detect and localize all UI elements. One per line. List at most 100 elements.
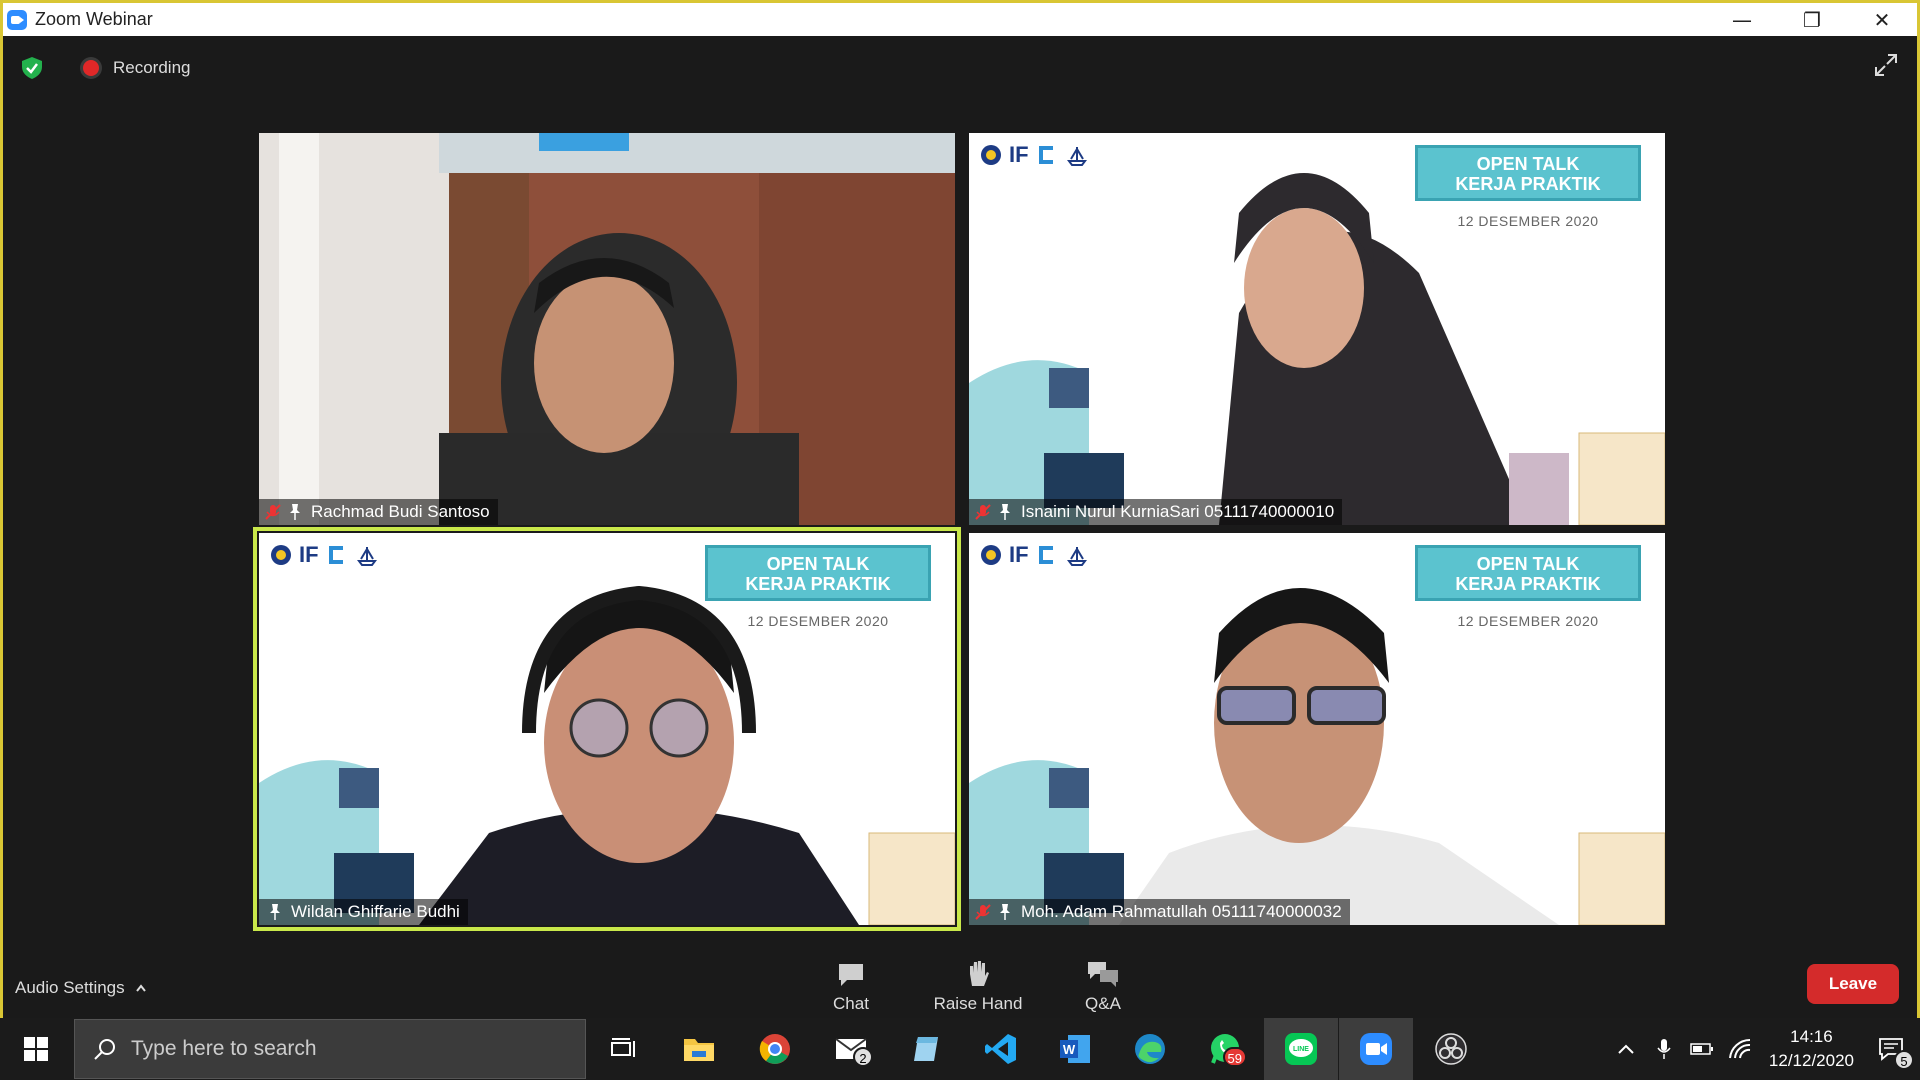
clock[interactable]: 14:16 12/12/2020 xyxy=(1769,1025,1854,1073)
recording-label[interactable]: Recording xyxy=(113,58,191,78)
zoom-app-icon xyxy=(7,9,27,30)
shield-check-icon[interactable] xyxy=(19,55,45,81)
zoom-window: Zoom Webinar — ❐ ✕ Recording Rachmad Bud… xyxy=(0,0,1920,1018)
title-bar: Zoom Webinar — ❐ ✕ xyxy=(3,3,1917,36)
notifications-badge: 5 xyxy=(1894,1050,1914,1070)
taskbar-search[interactable] xyxy=(74,1019,586,1079)
its-logo-icon xyxy=(981,545,1001,565)
mail-icon[interactable]: 2 xyxy=(829,1027,873,1071)
battery-icon[interactable] xyxy=(1687,1034,1717,1064)
muted-mic-icon xyxy=(265,504,281,520)
raise-hand-label: Raise Hand xyxy=(933,994,1023,1013)
banner-line-2: KERJA PRAKTIK xyxy=(1455,574,1601,594)
muted-mic-icon xyxy=(975,904,991,920)
muted-mic-icon xyxy=(975,504,991,520)
mail-badge: 2 xyxy=(853,1047,873,1067)
restore-button[interactable]: ❐ xyxy=(1777,3,1847,36)
line-icon[interactable]: LINE xyxy=(1264,1018,1338,1080)
video-tile[interactable]: Rachmad Budi Santoso xyxy=(259,133,955,525)
vscode-icon[interactable] xyxy=(979,1027,1023,1071)
meeting-controls: Audio Settings Chat Raise Hand Q&A Leave xyxy=(3,958,1917,1018)
audio-settings-label: Audio Settings xyxy=(15,978,125,997)
banner-line-1: OPEN TALK xyxy=(1476,554,1580,574)
if-logo: IF xyxy=(1009,142,1029,167)
close-button[interactable]: ✕ xyxy=(1847,3,1917,36)
raise-hand-icon xyxy=(970,961,989,986)
participant-name: Rachmad Budi Santoso xyxy=(311,502,490,521)
event-date: 12 DESEMBER 2020 xyxy=(1457,613,1599,629)
banner-line-1: OPEN TALK xyxy=(766,554,870,574)
c-logo-icon xyxy=(1038,546,1053,564)
participant-name: Isnaini Nurul KurniaSari 05111740000010 xyxy=(1021,502,1335,521)
ship-logo-icon xyxy=(356,547,377,566)
institution-logos: IF xyxy=(979,543,1089,567)
task-view-icon[interactable] xyxy=(602,1027,646,1071)
video-tile[interactable]: IF OPEN TALK KERJA PRAKTIK 12 DESEMBER 2… xyxy=(969,133,1665,525)
start-button[interactable] xyxy=(0,1018,72,1080)
banner-line-2: KERJA PRAKTIK xyxy=(745,574,891,594)
pin-icon xyxy=(270,904,280,920)
ship-logo-icon xyxy=(1066,547,1087,566)
participant-name: Wildan Ghiffarie Budhi xyxy=(291,902,460,921)
whatsapp-icon[interactable]: 59 xyxy=(1203,1027,1247,1071)
institution-logos: IF xyxy=(979,143,1089,167)
if-logo: IF xyxy=(299,542,319,567)
pin-icon xyxy=(1000,504,1010,520)
edge-icon[interactable] xyxy=(1128,1027,1172,1071)
pin-icon xyxy=(290,504,300,520)
audio-settings-button[interactable]: Audio Settings xyxy=(15,978,147,998)
event-date: 12 DESEMBER 2020 xyxy=(747,613,889,629)
word-icon[interactable]: W xyxy=(1053,1027,1097,1071)
video-tile-active-speaker[interactable]: IF OPEN TALK KERJA PRAKTIK 12 DESEMBER 2… xyxy=(253,527,961,931)
c-logo-icon xyxy=(328,546,343,564)
recording-icon xyxy=(83,60,99,76)
chat-icon xyxy=(839,964,863,986)
participant-name: Moh. Adam Rahmatullah 05111740000032 xyxy=(1021,902,1342,921)
chevron-up-icon xyxy=(135,984,146,992)
clock-time: 14:16 xyxy=(1790,1027,1833,1046)
its-logo-icon xyxy=(271,545,291,565)
event-banner: OPEN TALK KERJA PRAKTIK xyxy=(705,545,931,601)
chrome-icon[interactable] xyxy=(753,1027,797,1071)
search-icon xyxy=(94,1039,115,1060)
event-date: 12 DESEMBER 2020 xyxy=(1457,213,1599,229)
video-feed xyxy=(259,133,955,525)
meeting-area: Recording Rachmad Budi Santoso IF OPEN T… xyxy=(3,36,1917,1018)
microphone-icon[interactable] xyxy=(1649,1034,1679,1064)
obs-icon[interactable] xyxy=(1429,1027,1473,1071)
whatsapp-badge: 59 xyxy=(1222,1047,1247,1067)
ship-logo-icon xyxy=(1066,147,1087,166)
qa-button[interactable]: Q&A xyxy=(1048,958,1158,1014)
pin-icon xyxy=(1000,904,1010,920)
taskbar: 2 W 59 LINE 14:16 12/12/2020 5 xyxy=(0,1018,1920,1080)
window-title: Zoom Webinar xyxy=(35,9,153,29)
wifi-icon[interactable] xyxy=(1725,1034,1755,1064)
fullscreen-icon[interactable] xyxy=(1873,52,1899,78)
zoom-taskbar-icon[interactable] xyxy=(1339,1018,1413,1080)
qa-icon xyxy=(1088,962,1118,987)
its-logo-icon xyxy=(981,145,1001,165)
chat-button[interactable]: Chat xyxy=(796,958,906,1014)
chat-label: Chat xyxy=(833,994,869,1013)
minimize-button[interactable]: — xyxy=(1707,3,1777,36)
file-explorer-icon[interactable] xyxy=(677,1027,721,1071)
raise-hand-button[interactable]: Raise Hand xyxy=(923,958,1033,1014)
institution-logos: IF xyxy=(269,543,379,567)
video-tile[interactable]: IF OPEN TALK KERJA PRAKTIK 12 DESEMBER 2… xyxy=(969,533,1665,925)
svg-text:W: W xyxy=(1063,1042,1076,1057)
c-logo-icon xyxy=(1038,146,1053,164)
windows-logo-icon xyxy=(24,1037,48,1061)
if-logo: IF xyxy=(1009,542,1029,567)
leave-button[interactable]: Leave xyxy=(1807,964,1899,1004)
system-tray: 14:16 12/12/2020 5 xyxy=(1607,1018,1920,1080)
search-input[interactable] xyxy=(131,1037,531,1061)
event-banner: OPEN TALK KERJA PRAKTIK xyxy=(1415,545,1641,601)
banner-line-2: KERJA PRAKTIK xyxy=(1455,174,1601,194)
svg-text:LINE: LINE xyxy=(1293,1046,1309,1053)
notifications-icon[interactable]: 5 xyxy=(1876,1034,1914,1070)
chevron-up-icon[interactable] xyxy=(1611,1034,1641,1064)
clock-date: 12/12/2020 xyxy=(1768,1051,1854,1070)
notepad-icon[interactable] xyxy=(905,1027,949,1071)
banner-line-1: OPEN TALK xyxy=(1476,154,1580,174)
event-banner: OPEN TALK KERJA PRAKTIK xyxy=(1415,145,1641,201)
